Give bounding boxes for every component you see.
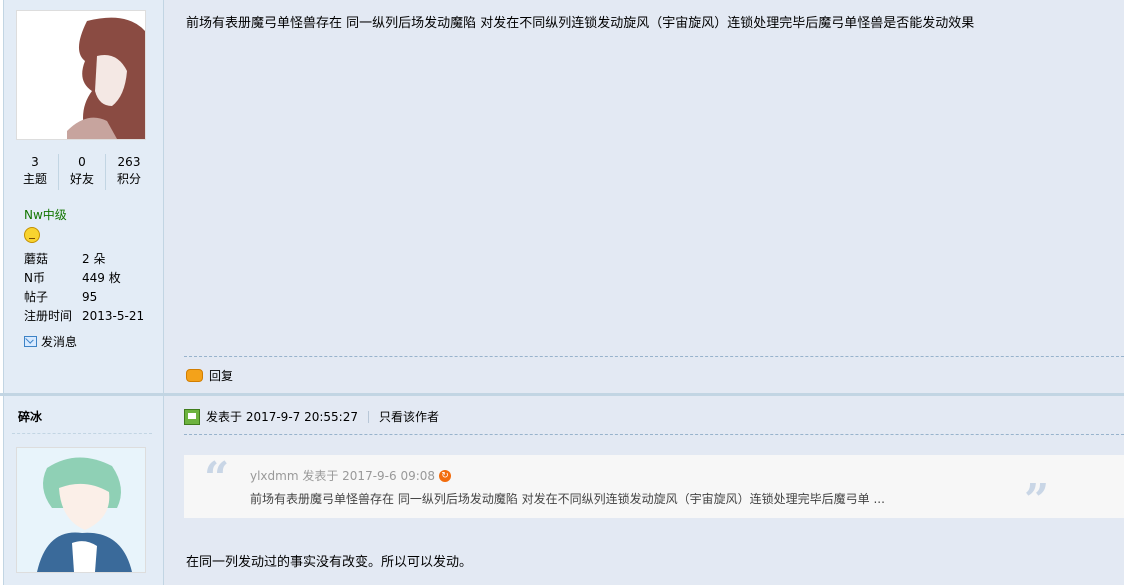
- quote-text: 前场有表册魔弓单怪兽存在 同一纵列后场发动魔陷 对发在不同纵列连锁发动旋风（宇宙…: [250, 492, 885, 506]
- goto-arrow-icon[interactable]: ↻: [439, 469, 452, 482]
- stat-friends[interactable]: 0 好友: [59, 154, 106, 190]
- user-stats: 3 主题 0 好友 263 积分: [12, 154, 152, 190]
- post-timestamp: 发表于 2017-9-7 20:55:27: [206, 410, 358, 424]
- post-meta: 发表于 2017-9-7 20:55:27 只看该作者: [184, 408, 439, 425]
- stat-value: 3: [31, 155, 39, 169]
- open-quote-icon: “: [204, 453, 230, 504]
- divider: [184, 356, 1124, 357]
- stat-points[interactable]: 263 积分: [106, 154, 152, 190]
- online-status-icon: [184, 408, 200, 425]
- envelope-icon: [24, 336, 37, 347]
- user-info: 蘑菇 2 朵 N币 449 枚 帖子 95 注册时间 2013-5-21: [24, 250, 144, 326]
- info-value: 2013-5-21: [82, 309, 145, 323]
- info-value: 95: [82, 290, 98, 304]
- info-row: 帖子 95: [24, 288, 144, 307]
- reply-label: 回复: [209, 369, 234, 383]
- stat-label: 主题: [22, 172, 47, 186]
- info-key: 注册时间: [24, 309, 73, 323]
- stat-label: 好友: [69, 172, 94, 186]
- stat-threads[interactable]: 3 主题: [12, 154, 59, 190]
- smiley-icon: [24, 227, 40, 243]
- info-row: 注册时间 2013-5-21: [24, 307, 144, 326]
- quote-block: “ ylxdmm 发表于 2017-9-6 09:08 ↻ 前场有表册魔弓单怪兽…: [184, 453, 1124, 523]
- avatar-image: [17, 11, 145, 140]
- avatar[interactable]: [16, 10, 146, 140]
- quote-header: ylxdmm 发表于 2017-9-6 09:08 ↻: [250, 467, 452, 484]
- stat-value: 0: [78, 155, 86, 169]
- user-level[interactable]: Nw中级: [24, 206, 67, 223]
- send-message-link[interactable]: 发消息: [24, 333, 77, 350]
- stat-label: 积分: [116, 172, 141, 186]
- info-value: 2 朵: [82, 252, 106, 266]
- post-content: 在同一列发动过的事实没有改变。所以可以发动。: [186, 555, 473, 570]
- stat-value: 263: [117, 155, 141, 169]
- avatar[interactable]: [16, 447, 146, 573]
- info-row: 蘑菇 2 朵: [24, 250, 144, 269]
- forum-thread-page: 3 主题 0 好友 263 积分 Nw中级 蘑菇 2 朵 N币 449 枚 帖子…: [0, 0, 1124, 585]
- quote-author-line: ylxdmm 发表于 2017-9-6 09:08: [250, 469, 436, 483]
- close-quote-icon: ”: [1024, 475, 1050, 526]
- info-key: 帖子: [24, 290, 49, 304]
- divider: [12, 433, 152, 434]
- send-message-label: 发消息: [41, 335, 78, 349]
- avatar-image: [17, 448, 145, 572]
- divider: [184, 434, 1124, 435]
- info-key: N币: [24, 271, 45, 285]
- username[interactable]: 碎冰: [18, 408, 42, 425]
- post-content: 前场有表册魔弓单怪兽存在 同一纵列后场发动魔陷 对发在不同纵列连锁发动旋风（宇宙…: [186, 16, 975, 31]
- info-value: 449 枚: [82, 271, 121, 285]
- divider: [368, 410, 369, 423]
- reply-button[interactable]: 回复: [186, 367, 233, 384]
- info-key: 蘑菇: [24, 252, 49, 266]
- only-author-link[interactable]: 只看该作者: [379, 408, 439, 425]
- reply-bubble-icon: [186, 369, 203, 382]
- post-separator: [0, 393, 1124, 396]
- info-row: N币 449 枚: [24, 269, 144, 288]
